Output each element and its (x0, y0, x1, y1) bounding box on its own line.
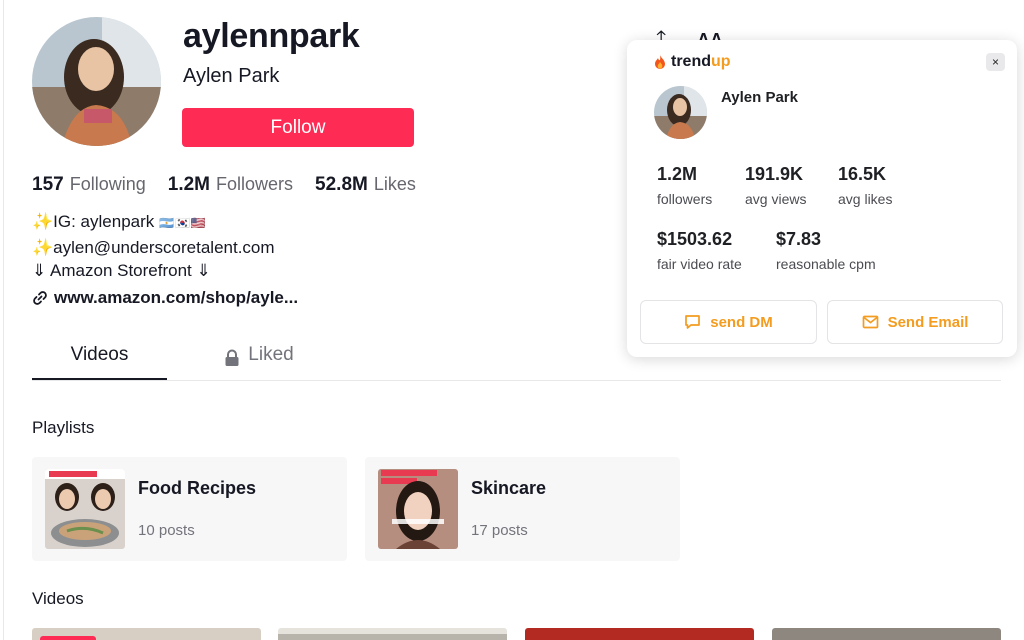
metric-value: 1.2M (657, 164, 698, 184)
stat-followers[interactable]: 1.2M Followers (168, 174, 293, 196)
tab-active-indicator (32, 378, 167, 380)
flags-icon: 🇦🇷🇰🇷🇺🇸 (159, 216, 207, 230)
playlist-count: 10 posts (138, 522, 195, 539)
playlist-title: Skincare (471, 478, 547, 498)
stat-value: 52.8M (315, 174, 368, 195)
mail-icon (862, 315, 878, 329)
brand-trend: trend (671, 53, 711, 70)
playlist-title: Food Recipes (138, 478, 257, 498)
tab-liked[interactable]: Liked (204, 344, 314, 380)
profile-bio: ✨IG: aylenpark 🇦🇷🇰🇷🇺🇸 ✨aylen@underscoret… (32, 210, 275, 283)
metric-label: reasonable cpm (776, 256, 876, 272)
playlist-count: 17 posts (471, 522, 528, 539)
link-icon (33, 291, 47, 305)
close-button[interactable]: × (986, 53, 1005, 71)
playlist-card-skincare[interactable]: Skincare 17 posts (365, 457, 680, 561)
brand-up: up (711, 53, 731, 70)
profile-link[interactable]: www.amazon.com/shop/ayle... (32, 288, 298, 308)
bio-line-ig: ✨IG: aylenpark 🇦🇷🇰🇷🇺🇸 (32, 210, 275, 236)
video-thumbnail[interactable] (32, 628, 261, 640)
stat-label: Followers (216, 174, 294, 194)
flame-icon (655, 55, 665, 69)
stat-label: Following (69, 174, 146, 194)
metric-followers: 1.2M followers (657, 164, 712, 207)
metric-label: followers (657, 191, 713, 207)
tab-liked-label: Liked (248, 344, 294, 365)
playlists-heading: Playlists (32, 418, 95, 437)
bio-line-storefront: ⇓ Amazon Storefront ⇓ (32, 261, 211, 280)
lock-icon (225, 349, 239, 366)
playlist-thumbnail (378, 469, 458, 549)
metric-avg-views: 191.9K avg views (745, 164, 806, 207)
profile-display-name: Aylen Park (183, 65, 280, 87)
metric-value: 16.5K (838, 164, 887, 184)
metric-label: avg likes (838, 191, 893, 207)
page-left-border (3, 0, 4, 640)
trendup-logo: trend up (653, 53, 731, 71)
stat-label: Likes (373, 174, 416, 194)
playlist-card-food-recipes[interactable]: Food Recipes 10 posts (32, 457, 347, 561)
profile-username: aylennpark (183, 17, 360, 55)
chat-icon (685, 315, 701, 329)
video-thumbnail[interactable] (525, 628, 754, 640)
profile-link-text: www.amazon.com/shop/ayle... (54, 288, 299, 307)
metric-label: fair video rate (657, 256, 742, 272)
trendup-panel: trend up × Aylen Park 1.2M followers 191.… (627, 40, 1017, 357)
panel-avatar (654, 86, 707, 139)
metric-avg-likes: 16.5K avg likes (838, 164, 892, 207)
tab-videos-label: Videos (70, 344, 129, 365)
profile-avatar[interactable] (32, 17, 161, 146)
profile-stats: 157 Following 1.2M Followers 52.8M Likes (32, 174, 416, 196)
send-email-label: Send Email (887, 313, 969, 331)
tab-videos[interactable]: Videos (32, 344, 167, 380)
follow-button[interactable]: Follow (182, 108, 414, 147)
videos-heading: Videos (32, 589, 84, 608)
pinned-badge (40, 636, 96, 640)
video-thumbnail[interactable] (772, 628, 1001, 640)
bio-line-email: ✨aylen@underscoretalent.com (32, 237, 275, 257)
metric-label: avg views (745, 191, 807, 207)
playlist-thumbnail (45, 469, 125, 549)
send-dm-button[interactable]: send DM (640, 300, 817, 344)
bio-ig-text: ✨IG: aylenpark (32, 212, 155, 231)
stat-following[interactable]: 157 Following (32, 174, 146, 196)
metric-fair-video-rate: $1503.62 fair video rate (657, 229, 742, 272)
stat-likes: 52.8M Likes (315, 174, 416, 196)
video-thumbnail[interactable] (278, 628, 507, 640)
metric-value: $1503.62 (657, 229, 733, 249)
stat-value: 157 (32, 174, 64, 195)
send-dm-label: send DM (710, 313, 773, 331)
send-email-button[interactable]: Send Email (827, 300, 1003, 344)
metric-reasonable-cpm: $7.83 reasonable cpm (776, 229, 876, 272)
metric-value: 191.9K (745, 164, 804, 184)
panel-creator-name: Aylen Park (721, 89, 798, 106)
metric-value: $7.83 (776, 229, 822, 249)
stat-value: 1.2M (167, 174, 210, 195)
